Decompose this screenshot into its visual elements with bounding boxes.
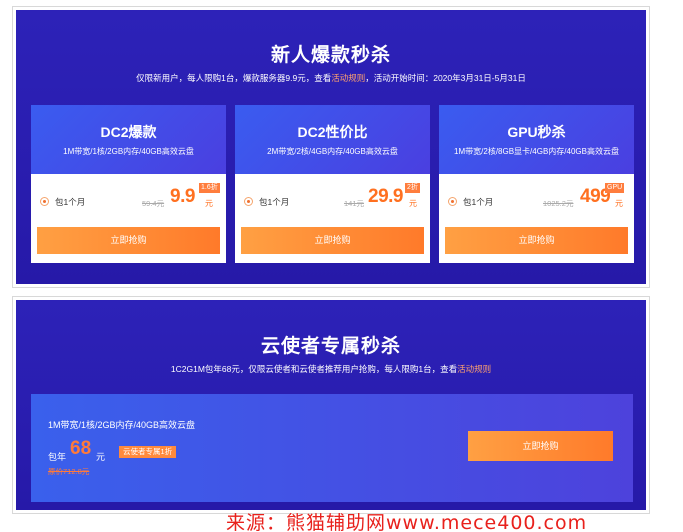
source-watermark: 来源：熊猫辅助网www.mece400.com bbox=[226, 512, 588, 532]
buy-now-button[interactable]: 立即抢购 bbox=[37, 227, 220, 254]
envoy-buy-now-button[interactable]: 立即抢购 bbox=[468, 431, 613, 461]
flash-sale-panel: 新人爆款秒杀 仅限新用户，每人限购1台，爆款服务器9.9元，查看活动规则，活动开… bbox=[12, 6, 650, 288]
duration-label: 包1个月 bbox=[259, 197, 290, 207]
envoy-discount-badge: 云使者专属1折 bbox=[119, 446, 177, 458]
sale-price: 29.9 bbox=[368, 186, 403, 207]
flash-sale-desc-suffix: ，活动开始时间：2020年3月31日-5月31日 bbox=[365, 73, 526, 83]
flash-sale-description: 仅限新用户，每人限购1台，爆款服务器9.9元，查看活动规则，活动开始时间：202… bbox=[16, 72, 646, 84]
card-name: DC2性价比 bbox=[297, 124, 368, 140]
price-unit: 元 bbox=[409, 199, 417, 208]
card-spec: 1M带宽/1核/2GB内存/40GB高效云盘 bbox=[63, 147, 194, 156]
product-card-gpu: GPU秒杀 1M带宽/2核/8GB显卡/4GB内存/40GB高效云盘 包1个月 … bbox=[439, 105, 634, 263]
original-price: 1025.2元 bbox=[543, 199, 574, 208]
duration-radio[interactable] bbox=[40, 197, 49, 206]
duration-label: 包1个月 bbox=[463, 197, 494, 207]
envoy-original-price: 原价712.8元 bbox=[48, 467, 90, 476]
envoy-product-spec: 1M带宽/1核/2GB内存/40GB高效云盘 bbox=[48, 420, 196, 430]
duration-radio[interactable] bbox=[244, 197, 253, 206]
card-header: DC2性价比 2M带宽/2核/4GB内存/40GB高效云盘 bbox=[235, 105, 430, 174]
buy-now-button[interactable]: 立即抢购 bbox=[241, 227, 424, 254]
envoy-sale-price: 68 bbox=[70, 438, 92, 459]
envoy-sale-title: 云使者专属秒杀 bbox=[260, 336, 401, 357]
card-name: GPU秒杀 bbox=[507, 124, 566, 140]
flash-sale-desc-prefix: 仅限新用户，每人限购1台，爆款服务器9.9元，查看 bbox=[136, 73, 332, 83]
card-spec: 2M带宽/2核/4GB内存/40GB高效云盘 bbox=[267, 147, 398, 156]
card-name: DC2爆款 bbox=[100, 124, 157, 140]
envoy-sale-panel: 云使者专属秒杀 1C2G1M包年68元，仅限云使者和云使者推荐用户抢购，每人限购… bbox=[12, 296, 650, 514]
product-card-dc2-hot: DC2爆款 1M带宽/1核/2GB内存/40GB高效云盘 包1个月 59.4元 … bbox=[31, 105, 226, 263]
duration-label: 包1个月 bbox=[55, 197, 86, 207]
card-spec: 1M带宽/2核/8GB显卡/4GB内存/40GB高效云盘 bbox=[454, 147, 619, 156]
card-header: GPU秒杀 1M带宽/2核/8GB显卡/4GB内存/40GB高效云盘 bbox=[439, 105, 634, 174]
card-header: DC2爆款 1M带宽/1核/2GB内存/40GB高效云盘 bbox=[31, 105, 226, 174]
card-price-row: 包1个月 141元 29.9 元 2折 bbox=[235, 174, 430, 227]
sale-price: 9.9 bbox=[170, 186, 195, 207]
price-unit: 元 bbox=[205, 199, 213, 208]
duration-radio[interactable] bbox=[448, 197, 457, 206]
product-card-dc2-value: DC2性价比 2M带宽/2核/4GB内存/40GB高效云盘 包1个月 141元 … bbox=[235, 105, 430, 263]
original-price: 141元 bbox=[344, 199, 365, 208]
card-price-row: 包1个月 59.4元 9.9 元 1.6折 bbox=[31, 174, 226, 227]
flash-sale-rules-link[interactable]: 活动规则 bbox=[331, 73, 365, 83]
envoy-sale-desc-prefix: 1C2G1M包年68元，仅限云使者和云使者推荐用户抢购，每人限购1台，查看 bbox=[170, 364, 458, 374]
envoy-sale-description: 1C2G1M包年68元，仅限云使者和云使者推荐用户抢购，每人限购1台，查看活动规… bbox=[16, 363, 646, 375]
discount-badge: 1.6折 bbox=[199, 183, 220, 193]
envoy-sale-background: 云使者专属秒杀 1C2G1M包年68元，仅限云使者和云使者推荐用户抢购，每人限购… bbox=[16, 300, 646, 510]
flash-sale-background: 新人爆款秒杀 仅限新用户，每人限购1台，爆款服务器9.9元，查看活动规则，活动开… bbox=[16, 10, 646, 284]
price-unit: 元 bbox=[615, 199, 623, 208]
envoy-sale-rules-link[interactable]: 活动规则 bbox=[457, 364, 491, 374]
discount-badge: 2折 bbox=[405, 183, 420, 193]
discount-badge: GPU bbox=[605, 183, 625, 193]
flash-sale-title: 新人爆款秒杀 bbox=[270, 45, 391, 66]
envoy-price-unit: 元 bbox=[96, 452, 106, 462]
envoy-product-box: 1M带宽/1核/2GB内存/40GB高效云盘 包年 68 元 云使者专属1折 原… bbox=[31, 394, 633, 502]
envoy-price-prefix: 包年 bbox=[48, 452, 67, 462]
original-price: 59.4元 bbox=[142, 199, 165, 208]
buy-now-button[interactable]: 立即抢购 bbox=[445, 227, 628, 254]
card-price-row: 包1个月 1025.2元 499 元 GPU bbox=[439, 174, 634, 227]
